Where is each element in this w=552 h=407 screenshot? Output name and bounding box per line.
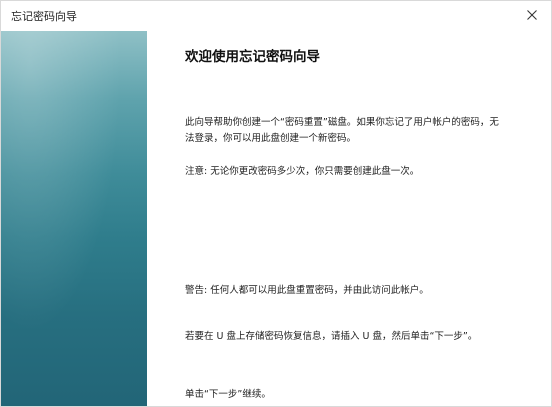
intro-text: 此向导帮助你创建一个“密码重置”磁盘。如果你忘记了用户帐户的密码，无法登录，你可…: [185, 117, 499, 144]
window-title: 忘记密码向导: [11, 10, 77, 23]
wizard-content: 欢迎使用忘记密码向导 此向导帮助你创建一个“密码重置”磁盘。如果你忘记了用户帐户…: [147, 31, 551, 406]
forgot-password-wizard-window: 忘记密码向导 欢迎使用忘记密码向导 此向导帮助你创建一个“密码重置”磁盘。如果你…: [0, 0, 552, 407]
note-text: 注意: 无论你更改密码多少次，你只需要创建此盘一次。: [185, 166, 420, 177]
close-button[interactable]: [519, 3, 545, 27]
close-icon: [527, 10, 537, 20]
wizard-side-banner: [1, 31, 147, 406]
warning-text: 警告: 任何人都可以用此盘重置密码，并由此访问此帐户。: [185, 285, 429, 296]
continue-text: 单击“下一步”继续。: [185, 389, 271, 400]
title-bar: 忘记密码向导: [1, 1, 551, 30]
insert-usb-text: 若要在 U 盘上存储密码恢复信息，请插入 U 盘，然后单击“下一步”。: [185, 331, 478, 342]
wizard-heading: 欢迎使用忘记密码向导: [185, 49, 320, 65]
